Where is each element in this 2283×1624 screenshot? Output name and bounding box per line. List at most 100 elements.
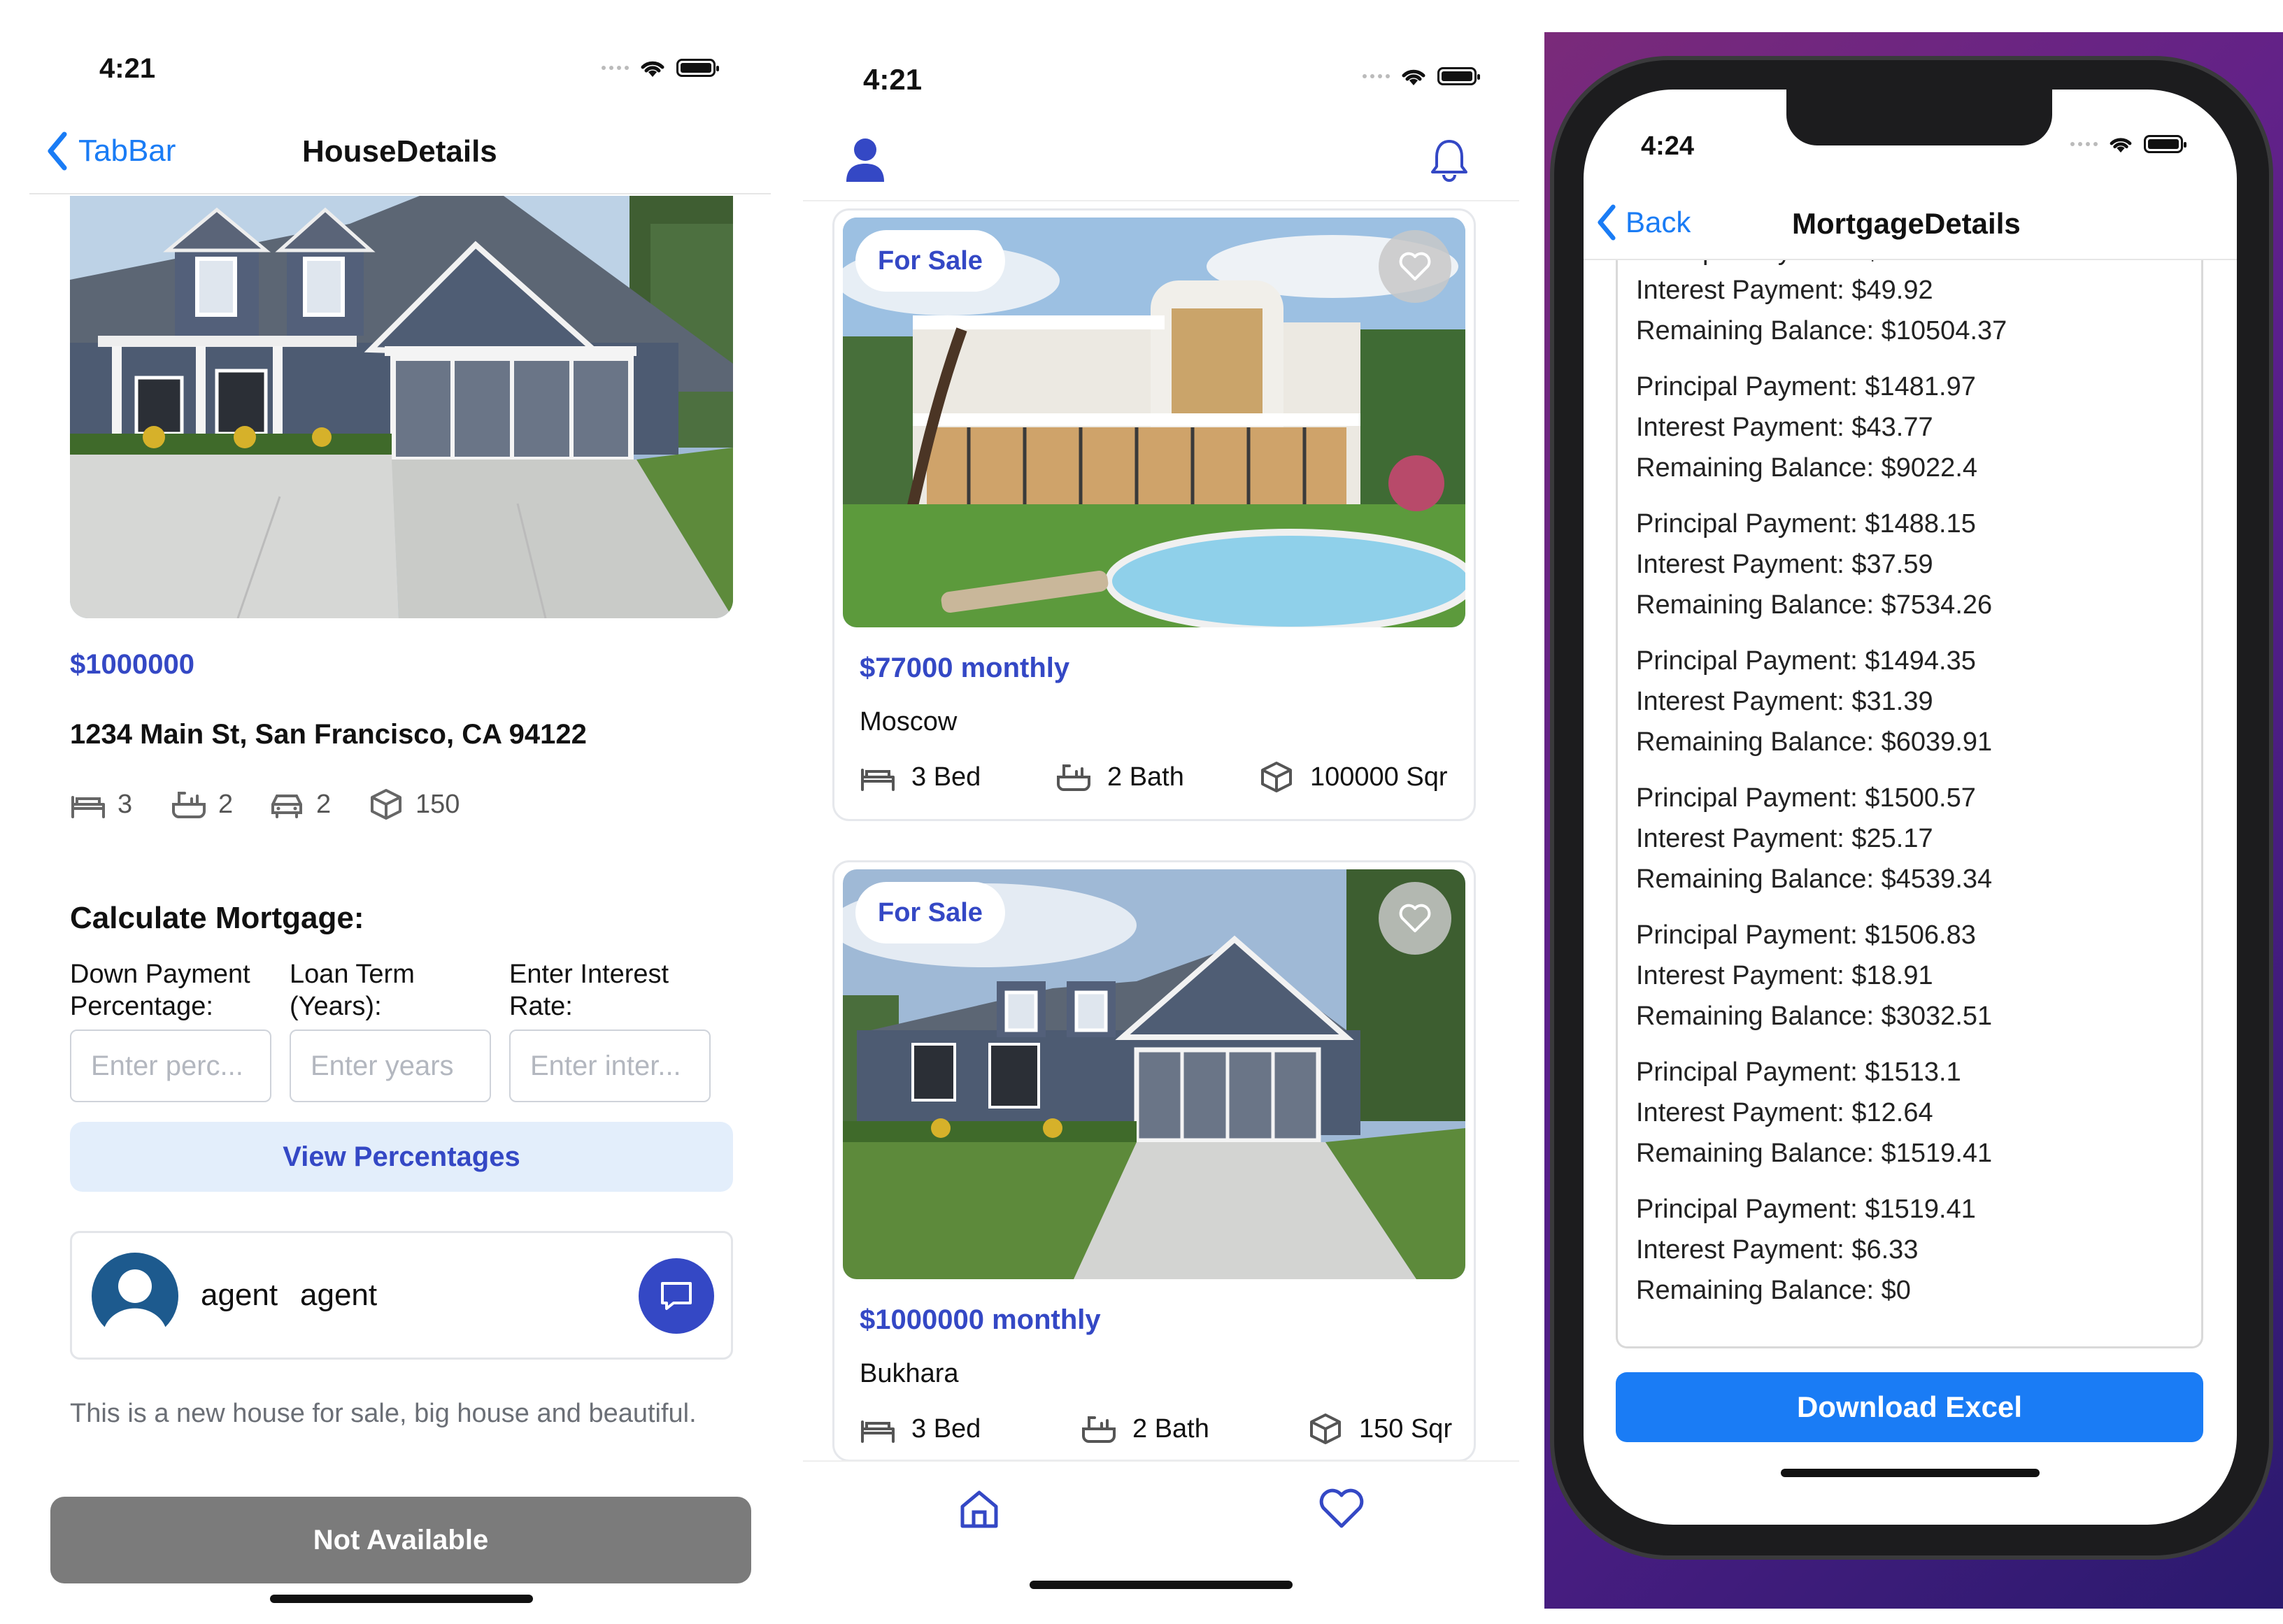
baths-value: 2 (218, 789, 234, 819)
download-excel-button[interactable]: Download Excel (1616, 1372, 2203, 1442)
house-image (70, 196, 733, 618)
interest-payment: Interest Payment: $49.92 (1636, 276, 1933, 305)
listing-card[interactable]: For Sale $77000 monthly Moscow 3 Bed 2 B… (832, 208, 1476, 821)
view-percentages-button[interactable]: View Percentages (70, 1122, 733, 1192)
house-address: 1234 Main St, San Francisco, CA 94122 (70, 719, 587, 750)
signal-icon (2070, 142, 2098, 146)
payment-schedule-list[interactable]: Principal Payment: $1475.82 Interest Pay… (1616, 260, 2203, 1348)
status-time: 4:21 (863, 63, 923, 96)
area-value: 100000 Sqr (1310, 762, 1448, 792)
favorite-button[interactable] (1379, 230, 1451, 303)
area-value: 150 (415, 789, 460, 819)
interest-rate-input[interactable]: Enter inter... (509, 1030, 711, 1102)
interest-payment: Interest Payment: $25.17 (1636, 824, 1933, 853)
payment-group: Principal Payment: $1506.83 Interest Paym… (1636, 915, 2007, 1037)
home-indicator (1781, 1469, 2040, 1477)
for-sale-badge: For Sale (855, 230, 1005, 292)
loan-term-input[interactable]: Enter years (290, 1030, 491, 1102)
status-icons (2070, 134, 2186, 154)
area-value: 150 Sqr (1359, 1413, 1453, 1444)
car-icon (271, 795, 302, 818)
payment-group: Principal Payment: $1494.35 Interest Paym… (1636, 641, 2007, 762)
listing-city: Bukhara (860, 1359, 959, 1388)
listing-baths: 2 Bath (1081, 1413, 1209, 1444)
remaining-balance: Remaining Balance: $7534.26 (1636, 590, 1993, 620)
nav-divider (29, 193, 771, 194)
baths-value: 2 Bath (1107, 762, 1184, 792)
listing-baths: 2 Bath (1055, 762, 1184, 792)
bell-icon[interactable] (1430, 137, 1469, 182)
back-button[interactable]: TabBar (46, 131, 176, 171)
cube-icon (371, 789, 401, 820)
chat-button[interactable] (639, 1258, 714, 1334)
principal-payment: Principal Payment: $1506.83 (1636, 920, 1976, 950)
cube-icon (1261, 762, 1292, 792)
listing-city: Moscow (860, 707, 958, 736)
battery-icon (2144, 135, 2186, 153)
agent-last-name: agent (300, 1278, 378, 1312)
down-payment-label: Down Payment Percentage: (70, 960, 250, 1021)
loan-term-label: Loan Term (Years): (290, 960, 415, 1021)
area-stat: 150 (368, 789, 460, 820)
remaining-balance: Remaining Balance: $0 (1636, 1276, 1911, 1305)
interest-payment: Interest Payment: $31.39 (1636, 687, 1933, 716)
interest-rate-label: Enter Interest Rate: (509, 960, 669, 1021)
remaining-balance: Remaining Balance: $3032.51 (1636, 1002, 1993, 1031)
payment-cut-line: Principal Payment: $1475.82 (1636, 260, 1976, 266)
back-label: Back (1626, 206, 1691, 238)
phone-screen: 4:24 Back MortgageDetails Principal Paym… (1584, 90, 2237, 1525)
bed-icon (861, 1420, 895, 1443)
status-icons (1363, 66, 1480, 87)
payments-container: Principal Payment: $1481.97 Interest Paym… (1636, 366, 2007, 1311)
beds-value: 3 Bed (911, 1413, 981, 1444)
header-divider (803, 200, 1519, 201)
remaining-balance: Remaining Balance: $4539.34 (1636, 864, 1993, 894)
heart-icon[interactable] (1318, 1488, 1365, 1530)
house-price: $1000000 (70, 649, 194, 680)
payment-list-inner: Interest Payment: $49.92 Remaining Balan… (1636, 270, 2007, 1326)
house-description: This is a new house for sale, big house … (70, 1399, 697, 1428)
interest-payment: Interest Payment: $12.64 (1636, 1098, 1933, 1127)
agent-card: agent agent (70, 1231, 733, 1360)
wifi-icon (641, 61, 664, 77)
listing-area: 150 Sqr (1307, 1413, 1452, 1444)
payment-group: Principal Payment: $1481.97 Interest Paym… (1636, 366, 2007, 488)
home-icon[interactable] (957, 1487, 1002, 1532)
down-payment-input[interactable]: Enter perc... (70, 1030, 271, 1102)
page-title: MortgageDetails (1792, 207, 2021, 240)
page-title: HouseDetails (302, 134, 497, 169)
wifi-icon (1402, 69, 1425, 85)
listing-area: 100000 Sqr (1258, 762, 1448, 792)
listing-beds: 3 Bed (860, 1413, 981, 1444)
principal-payment: Principal Payment: $1488.15 (1636, 509, 1976, 539)
mortgage-details-frame: 4:24 Back MortgageDetails Principal Paym… (1544, 32, 2283, 1609)
interest-payment: Interest Payment: $18.91 (1636, 961, 1933, 990)
principal-payment: Principal Payment: $1481.97 (1636, 372, 1976, 401)
listing-card[interactable]: For Sale $1000000 monthly Bukhara 3 Bed … (832, 860, 1476, 1462)
payment-group: Principal Payment: $1488.15 Interest Paym… (1636, 504, 2007, 625)
beds-value: 3 (118, 789, 133, 819)
principal-payment: Principal Payment: $1494.35 (1636, 646, 1976, 676)
beds-stat: 3 (70, 789, 132, 820)
cube-icon (1310, 1413, 1341, 1444)
remaining-balance: Remaining Balance: $1519.41 (1636, 1139, 1993, 1168)
favorite-button[interactable] (1379, 882, 1451, 955)
bed-icon (861, 769, 895, 791)
battery-icon (1437, 67, 1480, 85)
payment-group: Principal Payment: $1519.41 Interest Paym… (1636, 1189, 2007, 1311)
bath-icon (1057, 764, 1090, 791)
remaining-balance: Remaining Balance: $9022.4 (1636, 453, 1978, 483)
back-label: TabBar (78, 134, 176, 168)
listing-price: $77000 monthly (860, 653, 1070, 683)
heart-icon (1399, 904, 1431, 932)
download-excel-label: Download Excel (1796, 1390, 2023, 1423)
user-icon[interactable] (845, 137, 886, 183)
not-available-button[interactable]: Not Available (50, 1497, 751, 1583)
status-time: 4:24 (1641, 131, 1695, 161)
back-button[interactable]: Back (1596, 204, 1691, 241)
interest-payment: Interest Payment: $43.77 (1636, 413, 1933, 442)
remaining-balance: Remaining Balance: $10504.37 (1636, 316, 2007, 346)
garage-value: 2 (316, 789, 332, 819)
heart-icon (1399, 252, 1431, 280)
view-percentages-label: View Percentages (283, 1141, 520, 1172)
